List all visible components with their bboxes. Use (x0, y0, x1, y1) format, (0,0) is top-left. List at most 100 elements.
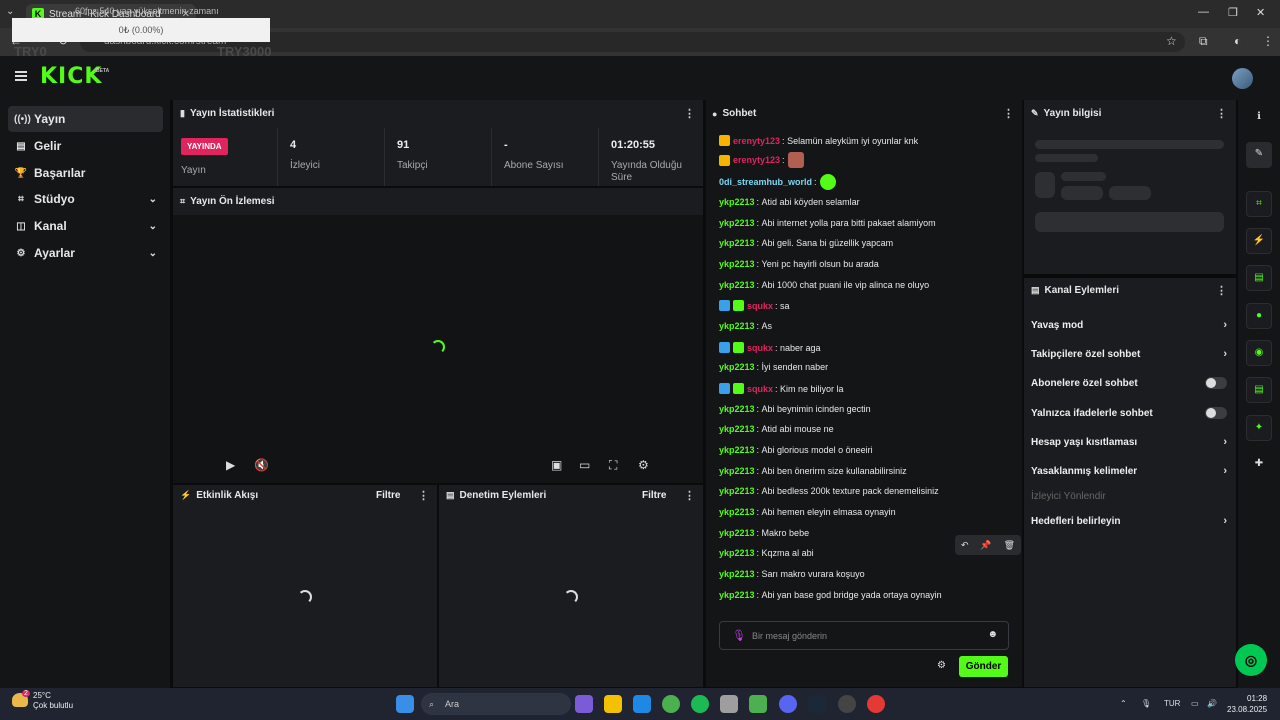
emoji-icon[interactable]: ☻ (987, 629, 998, 640)
action-slow-mode[interactable]: Yavaş mod › (1031, 319, 1227, 331)
skype-icon[interactable] (633, 695, 651, 713)
chat-username[interactable]: ykp2213 (719, 280, 755, 290)
maximize-icon[interactable]: ❐ (1228, 6, 1238, 19)
chat-message[interactable]: erenyty123: Selamün aleyküm iyi oyunlar … (719, 135, 918, 146)
chat-message[interactable]: ykp2213: Makro bebe (719, 528, 809, 538)
bookmark-star-icon[interactable]: ☆ (1166, 34, 1177, 48)
wrench-icon[interactable]: ✦ (1246, 415, 1272, 441)
chat-username[interactable]: ykp2213 (719, 259, 755, 269)
sidebar-item-gelir[interactable]: ▤ Gelir (8, 133, 163, 159)
chat-username[interactable]: ykp2213 (719, 362, 755, 372)
pip-icon[interactable]: ▣ (551, 458, 562, 472)
actions-panel-icon[interactable]: ▤ (1246, 377, 1272, 403)
chrome-icon[interactable] (662, 695, 680, 713)
action-followers-only[interactable]: Takipçilere özel sohbet › (1031, 348, 1227, 360)
tab-search-chevron-icon[interactable]: ⌄ (6, 6, 14, 17)
user-avatar[interactable] (1232, 68, 1253, 89)
lightning-icon[interactable]: ⚡ (1246, 228, 1272, 254)
profile-icon[interactable]: ◐ (1234, 34, 1241, 48)
mic-tray-icon[interactable]: 🎙 (1141, 699, 1151, 708)
chat-username[interactable]: ykp2213 (719, 424, 755, 434)
chat-username[interactable]: ykp2213 (719, 507, 755, 517)
info-menu-icon[interactable]: ⋮ (1216, 107, 1227, 120)
chat-message[interactable]: ykp2213: Abi glorious model o öneeiri (719, 445, 873, 455)
file-explorer-icon[interactable] (604, 695, 622, 713)
reply-icon[interactable]: ↶ (961, 540, 969, 551)
app-icon[interactable] (720, 695, 738, 713)
subscribers-only-toggle[interactable] (1205, 377, 1227, 389)
chat-message[interactable]: erenyty123: (719, 152, 804, 168)
chat-username[interactable]: ykp2213 (719, 466, 755, 476)
chat-settings-icon[interactable]: ⚙ (937, 660, 946, 671)
chat-message[interactable]: ykp2213: As (719, 321, 772, 331)
mute-icon[interactable]: 🔇 (254, 458, 269, 472)
chat-message[interactable]: ykp2213: Abi bedless 200k texture pack d… (719, 486, 939, 496)
discord-icon[interactable] (779, 695, 797, 713)
sidebar-item-ayarlar[interactable]: ⚙ Ayarlar ⌄ (8, 240, 163, 266)
play-icon[interactable]: ▶ (226, 458, 235, 472)
document-icon[interactable]: ▤ (1246, 265, 1272, 291)
steam-icon[interactable] (808, 695, 826, 713)
preview-panel-icon[interactable]: ⌗ (1246, 191, 1272, 217)
taskbar-search[interactable]: Ara (421, 693, 571, 715)
chat-message[interactable]: ykp2213: Sarı makro vurara koşuyo (719, 569, 865, 579)
action-banned-words[interactable]: Yasaklanmış kelimeler › (1031, 465, 1227, 477)
copilot-icon[interactable] (575, 695, 593, 713)
monitor-icon[interactable]: ▭ (1191, 699, 1199, 708)
chat-message[interactable]: ykp2213: Yeni pc hayirli olsun bu arada (719, 259, 879, 269)
chat-username[interactable]: ykp2213 (719, 486, 755, 496)
chat-username[interactable]: ykp2213 (719, 238, 755, 248)
sidebar-item-yayin[interactable]: ((•)) Yayın (8, 106, 163, 132)
chat-username[interactable]: squkx (747, 343, 773, 353)
action-emotes-only[interactable]: Yalnızca ifadelerle sohbet (1031, 407, 1227, 419)
taskbar-clock[interactable]: 01:28 23.08.2025 (1227, 693, 1267, 715)
sidebar-item-basarilar[interactable]: 🏆 Başarılar (8, 160, 163, 186)
chat-message[interactable]: ykp2213: Kqzma al abi (719, 548, 814, 558)
pin-icon[interactable]: 📌 (980, 540, 991, 551)
sidebar-item-kanal[interactable]: ◫ Kanal ⌄ (8, 213, 163, 239)
emotes-only-toggle[interactable] (1205, 407, 1227, 419)
activity-filter-button[interactable]: Filtre (376, 490, 400, 501)
obs-icon[interactable] (838, 695, 856, 713)
language-indicator[interactable]: TUR (1164, 699, 1180, 708)
app-icon[interactable] (867, 695, 885, 713)
chat-message[interactable]: ykp2213: Atid abi mouse ne (719, 424, 834, 434)
chat-message[interactable]: ykp2213: Abi internet yolla para bitti p… (719, 218, 936, 228)
settings-icon[interactable]: ⚙ (638, 458, 649, 472)
chat-message[interactable]: ykp2213: İyi senden naber (719, 362, 828, 372)
theater-icon[interactable]: ▭ (579, 458, 590, 472)
add-widget-icon[interactable]: ✚ (1246, 452, 1272, 478)
chat-message[interactable]: ykp2213: Abi yan base god bridge yada or… (719, 590, 942, 600)
chat-username[interactable]: ykp2213 (719, 218, 755, 228)
kick-logo[interactable]: KICK (40, 64, 102, 89)
chat-message[interactable]: squkx: naber aga (719, 342, 821, 353)
chat-message[interactable]: ykp2213: Abi geli. Sana bi güzellik yapc… (719, 238, 893, 248)
chat-username[interactable]: ykp2213 (719, 548, 755, 558)
chat-menu-icon[interactable]: ⋮ (1003, 107, 1014, 120)
chat-username[interactable]: squkx (747, 301, 773, 311)
chat-message[interactable]: ykp2213: Abi beynimin icinden gectin (719, 404, 871, 414)
action-set-goals[interactable]: Hedefleri belirleyin › (1031, 515, 1227, 527)
volume-icon[interactable]: 🔊 (1207, 699, 1217, 708)
action-account-age[interactable]: Hesap yaşı kısıtlaması › (1031, 436, 1227, 448)
chat-message[interactable]: 0di_streamhub_world: (719, 174, 836, 190)
support-chat-icon[interactable]: ◎ (1235, 644, 1267, 676)
tray-chevron-icon[interactable]: ⌃ (1120, 699, 1127, 708)
chat-input[interactable] (752, 628, 972, 644)
microphone-icon[interactable]: 🎙 (732, 629, 746, 642)
send-button[interactable]: Gönder (959, 656, 1008, 677)
actions-menu-icon[interactable]: ⋮ (1216, 284, 1227, 297)
broadcast-icon[interactable]: ◉ (1246, 340, 1272, 366)
chat-username[interactable]: erenyty123 (733, 155, 780, 165)
extensions-icon[interactable]: ⧉ (1199, 34, 1208, 49)
fullscreen-icon[interactable]: ⛶ (609, 458, 617, 473)
chat-username[interactable]: erenyty123 (733, 136, 780, 146)
delete-icon[interactable]: 🗑 (1004, 540, 1015, 551)
action-subscribers-only[interactable]: Abonelere özel sohbet (1031, 377, 1227, 389)
chat-username[interactable]: ykp2213 (719, 445, 755, 455)
chat-message[interactable]: ykp2213: Abi 1000 chat puani ile vip ali… (719, 280, 929, 290)
chat-input-box[interactable]: 🎙 ☻ (719, 621, 1009, 650)
chat-message[interactable]: ykp2213: Abi hemen eleyin elmasa oynayin (719, 507, 896, 517)
sidebar-item-studyo[interactable]: ⌗ Stüdyo ⌄ (8, 186, 163, 212)
chat-username[interactable]: squkx (747, 384, 773, 394)
